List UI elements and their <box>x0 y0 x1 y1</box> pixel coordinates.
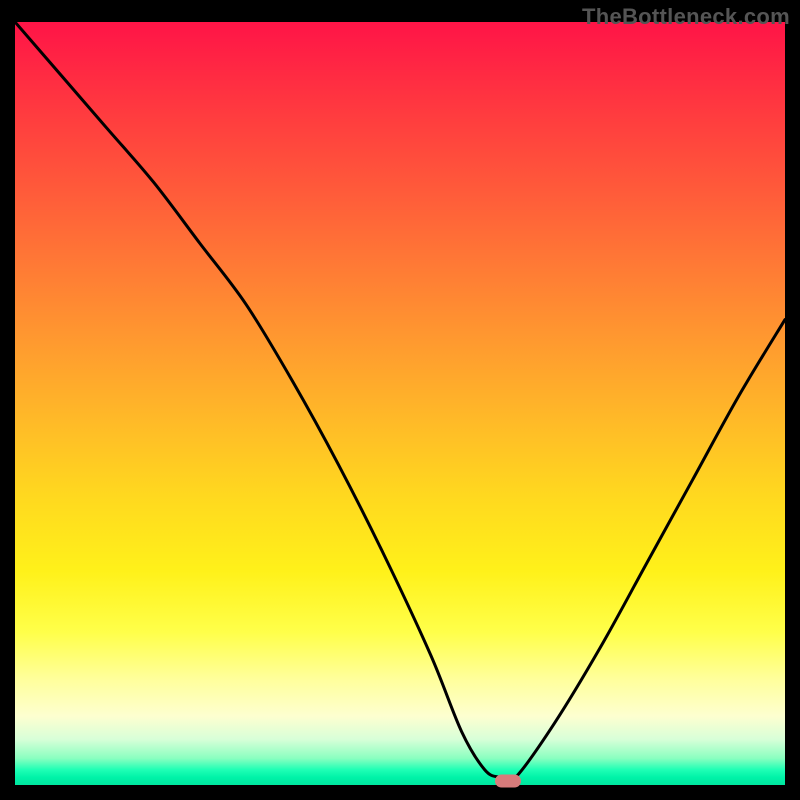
optimal-point-marker <box>495 775 521 788</box>
bottleneck-curve <box>15 22 785 785</box>
watermark-label: TheBottleneck.com <box>582 4 790 30</box>
chart-frame: TheBottleneck.com <box>0 0 800 800</box>
plot-area <box>15 22 785 785</box>
